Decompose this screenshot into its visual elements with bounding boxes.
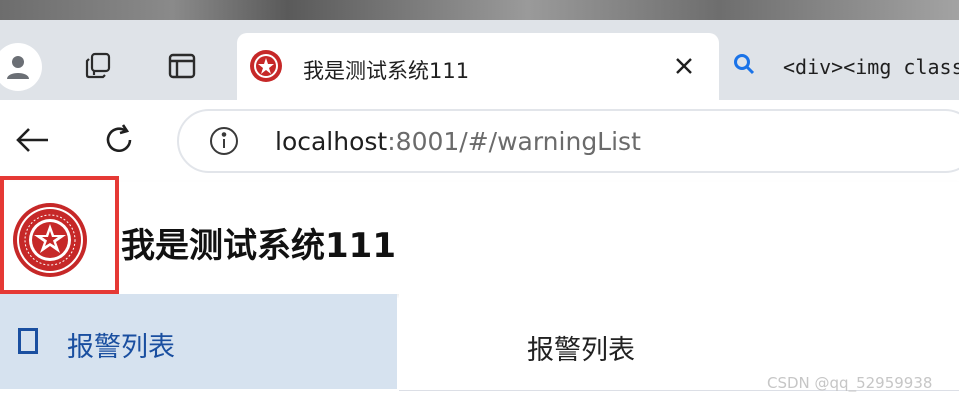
- url-host: localhost: [275, 127, 388, 156]
- reload-icon: [106, 124, 132, 153]
- square-icon: [18, 328, 38, 354]
- sidebar-item-warning-list[interactable]: 报警列表: [0, 294, 397, 389]
- back-icon: [16, 128, 48, 152]
- close-tab-button[interactable]: [669, 51, 699, 81]
- workspaces-button[interactable]: [80, 48, 116, 84]
- annotation-highlight-box: [0, 176, 119, 294]
- sidebar: 报警列表: [0, 294, 397, 401]
- workspaces-icon: [85, 52, 111, 79]
- sidebar-spacer: [0, 389, 397, 401]
- search-icon: [734, 54, 755, 75]
- url-path: :8001/#/warningList: [387, 127, 641, 156]
- tab-actions-icon: [168, 53, 196, 79]
- back-button[interactable]: [12, 120, 52, 160]
- tab-actions-button[interactable]: [164, 48, 200, 84]
- tab-active[interactable]: 我是测试系统111: [237, 33, 719, 100]
- address-bar[interactable]: localhost:8001/#/warningList: [177, 109, 959, 173]
- close-icon: [676, 58, 692, 74]
- site-favicon-icon: [250, 50, 282, 82]
- tab-title: 我是测试系统111: [303, 59, 470, 83]
- tab-inactive[interactable]: <div><img class: [725, 33, 959, 93]
- tab-title: <div><img class: [783, 55, 959, 79]
- profile-icon: [7, 56, 29, 79]
- profile-button[interactable]: [0, 43, 42, 91]
- watermark: CSDN @qq_52959938: [767, 374, 933, 392]
- browser-tab-bar: 我是测试系统111 <div><img class: [0, 20, 959, 100]
- url-text: localhost:8001/#/warningList: [275, 127, 641, 156]
- site-title: 我是测试系统111: [121, 226, 396, 266]
- reload-button[interactable]: [99, 120, 139, 160]
- sidebar-item-label: 报警列表: [67, 332, 175, 363]
- desktop-background: [0, 0, 959, 20]
- app-header: 我是测试系统111: [0, 176, 959, 294]
- browser-toolbar: localhost:8001/#/warningList: [0, 100, 959, 183]
- info-icon[interactable]: [209, 126, 239, 156]
- tab-warning-list[interactable]: 报警列表: [527, 328, 635, 367]
